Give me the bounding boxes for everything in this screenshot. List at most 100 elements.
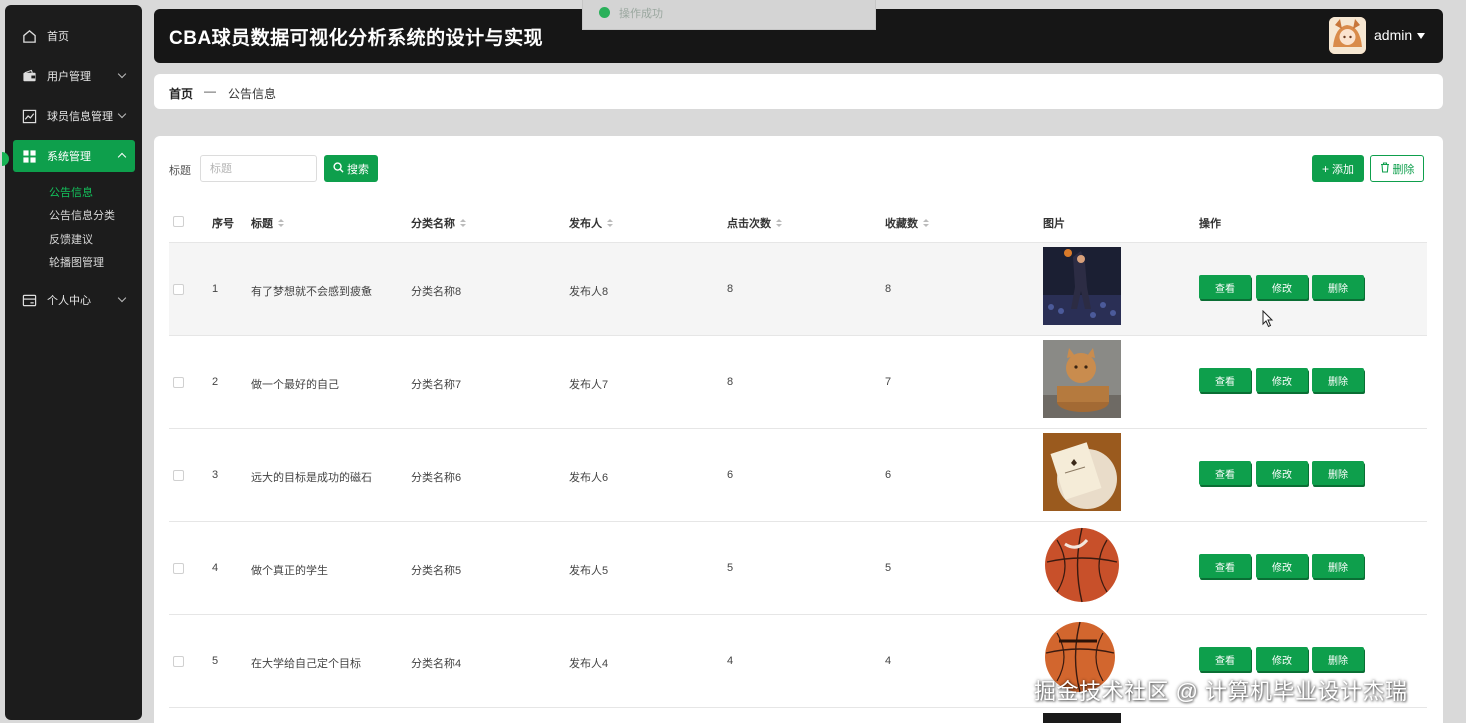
basketball-player-image [1043,247,1121,325]
sidebar-item-label: 球员信息管理 [47,111,113,123]
view-button[interactable]: 查看 [1199,368,1251,392]
cat-figurine-image [1043,340,1121,418]
view-button[interactable]: 查看 [1199,275,1251,299]
cell-clicks: 5 [727,562,734,574]
cell-index: 5 [212,655,219,667]
add-button-label: 添加 [1332,163,1354,176]
header-clicks[interactable]: 点击次数 [727,215,782,231]
cell-publisher: 发布人6 [569,472,609,484]
cell-category: 分类名称8 [411,286,462,298]
cell-favorites: 4 [885,655,892,667]
cell-category: 分类名称5 [411,565,462,577]
caret-down-icon[interactable] [1417,33,1425,39]
sidebar-item-label: 用户管理 [47,71,91,83]
table-row: 2 做一个最好的自己 分类名称7 发布人7 8 7 查看 修改 删除 [169,336,1427,429]
mouse-cursor-icon [1262,310,1274,328]
cell-title: 做个真正的学生 [251,565,328,577]
watermark: 掘金技术社区 @ 计算机毕业设计杰瑞 [1034,679,1408,704]
row-checkbox[interactable] [173,656,184,670]
header-publisher[interactable]: 发布人 [569,215,613,231]
cell-publisher: 发布人7 [569,379,609,391]
user-name[interactable]: admin [1374,27,1412,43]
cell-title: 有了梦想就不会感到疲惫 [251,286,372,298]
delete-button[interactable]: 删除 [1312,275,1364,299]
header-favorites[interactable]: 收藏数 [885,215,929,231]
row-checkbox[interactable] [173,377,184,391]
delete-button[interactable]: 删除 [1312,461,1364,485]
announcement-table: 序号 标题 分类名称 发布人 点击次数 收藏数 图片 操作 1 有了梦想就不会感… [169,203,1427,723]
edit-button[interactable]: 修改 [1256,275,1308,299]
header-title[interactable]: 标题 [251,215,284,231]
cell-publisher: 发布人4 [569,658,609,670]
cell-favorites: 8 [885,283,892,295]
wallet-icon [21,68,37,84]
edit-button[interactable]: 修改 [1256,647,1308,671]
chart-icon [21,108,37,124]
sort-icon[interactable] [278,218,284,228]
sidebar-item-system[interactable]: 系统管理 [13,140,135,172]
cell-clicks: 8 [727,283,734,295]
view-button[interactable]: 查看 [1199,554,1251,578]
sort-icon[interactable] [776,218,782,228]
bulk-delete-button-label: 删除 [1392,163,1415,176]
cell-favorites: 5 [885,562,892,574]
success-icon [599,7,610,18]
sidebar-item-profile[interactable]: 个人中心 [13,284,135,316]
bulk-delete-button[interactable]: 删除 [1370,155,1424,182]
breadcrumb-home[interactable]: 首页 [169,85,193,102]
sidebar-item-label: 个人中心 [47,295,91,307]
sidebar-item-players[interactable]: 球员信息管理 [13,100,135,132]
lining-basketball-image [1043,526,1121,604]
delete-button[interactable]: 删除 [1312,554,1364,578]
avatar[interactable] [1329,17,1366,54]
view-button[interactable]: 查看 [1199,461,1251,485]
content-panel: 标题 搜索 + 添加 删除 序号 标题 分类名称 发布人 点击次数 收藏数 图片… [154,136,1443,723]
search-button[interactable]: 搜索 [324,155,378,182]
trash-icon [1380,161,1390,176]
row-checkbox[interactable] [173,284,184,298]
cell-title: 在大学给自己定个目标 [251,658,361,670]
row-checkbox[interactable] [173,563,184,577]
cell-category: 分类名称4 [411,658,462,670]
sidebar: 首页 用户管理 球员信息管理 系统管理 公告信息 公告信息分类 反馈建议 轮播图… [2,5,142,720]
view-button[interactable]: 查看 [1199,647,1251,671]
search-input[interactable] [200,155,317,182]
table-row: 3 远大的目标是成功的磁石 分类名称6 发布人6 6 6 查看 修改 删除 [169,429,1427,522]
cell-title: 远大的目标是成功的磁石 [251,472,372,484]
sidebar-subitem-feedback[interactable]: 反馈建议 [49,231,93,247]
app-title: CBA球员数据可视化分析系统的设计与实现 [169,28,544,49]
cell-category: 分类名称7 [411,379,462,391]
cell-index: 4 [212,562,219,574]
sidebar-toggle-handle[interactable] [2,152,9,166]
sidebar-subitem-announcements[interactable]: 公告信息 [49,184,93,200]
chevron-down-icon [117,293,127,303]
cell-publisher: 发布人8 [569,286,609,298]
sidebar-item-label: 首页 [47,31,69,43]
home-icon [21,28,37,44]
sort-icon[interactable] [607,218,613,228]
sidebar-item-home[interactable]: 首页 [13,20,135,52]
table-row [169,708,1427,723]
edit-button[interactable]: 修改 [1256,554,1308,578]
grid-icon [21,148,37,164]
card-icon [21,292,37,308]
select-all-checkbox[interactable] [173,216,184,227]
sort-icon[interactable] [460,218,466,228]
sidebar-subitem-announcement-categories[interactable]: 公告信息分类 [49,207,115,223]
chevron-down-icon [117,69,127,79]
row-checkbox[interactable] [173,470,184,484]
greeting-card-image [1043,433,1121,511]
sidebar-item-users[interactable]: 用户管理 [13,60,135,92]
edit-button[interactable]: 修改 [1256,368,1308,392]
delete-button[interactable]: 删除 [1312,368,1364,392]
edit-button[interactable]: 修改 [1256,461,1308,485]
cell-clicks: 8 [727,376,734,388]
cell-index: 1 [212,283,219,295]
delete-button[interactable]: 删除 [1312,647,1364,671]
header-category[interactable]: 分类名称 [411,215,466,231]
add-button[interactable]: + 添加 [1312,155,1364,182]
toast-message: 操作成功 [619,8,663,20]
sort-icon[interactable] [923,218,929,228]
table-row: 4 做个真正的学生 分类名称5 发布人5 5 5 查看 修改 删除 [169,522,1427,615]
sidebar-subitem-carousel[interactable]: 轮播图管理 [49,254,104,270]
